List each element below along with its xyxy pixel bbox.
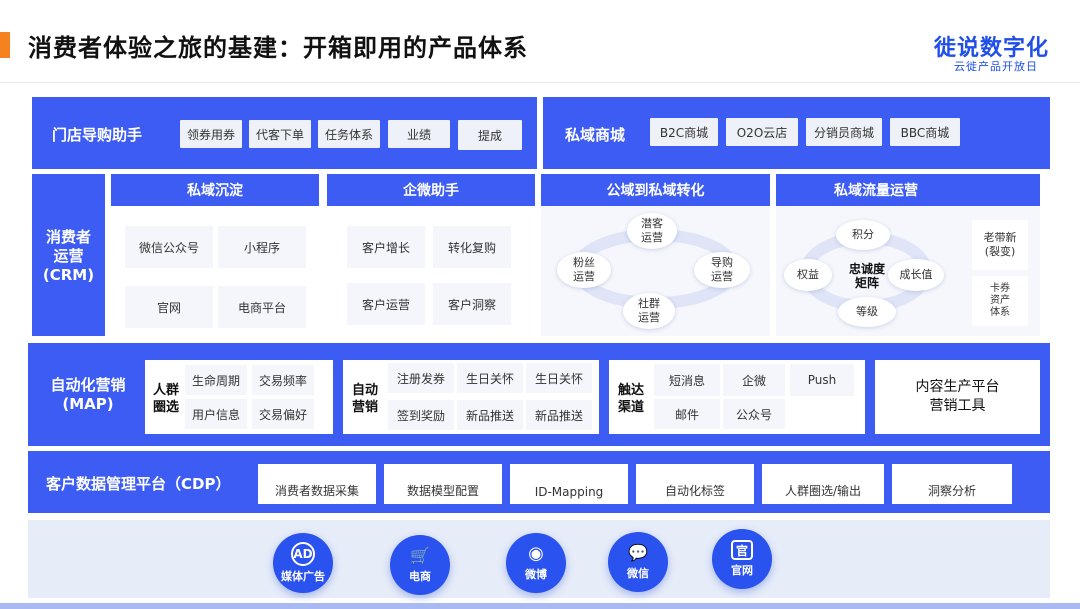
auto-marketing-item: 生日关怀 (526, 363, 592, 393)
wecom-assistant-title: 企微助手 (403, 183, 459, 199)
wecom-assistant-item: 客户洞察 (433, 283, 511, 325)
private-deposit-item: 电商平台 (218, 286, 306, 328)
reach-channel-item: 公众号 (723, 399, 785, 429)
loyalty-bubble-top: 积分 (836, 220, 890, 250)
conversion-bubble-top: 潜客 运营 (627, 213, 677, 249)
crowd-select-item: 用户信息 (185, 399, 247, 429)
cdp-title: 客户数据管理平台（CDP） (46, 475, 231, 493)
cdp-item: ID-Mapping (510, 464, 628, 504)
conversion-bubble-right: 导购 运营 (694, 252, 750, 288)
loyalty-bubble-left: 权益 (784, 259, 832, 291)
auto-marketing-item: 新品推送 (526, 400, 592, 430)
footer-bar (0, 603, 1080, 609)
store-guide-item: 提成 (458, 120, 522, 150)
cdp-item: 自动化标签 (636, 464, 754, 504)
reach-channel-item: 邮件 (654, 399, 720, 429)
map-label: 自动化营销 (MAP) (50, 376, 126, 413)
weibo-icon: ◉ (528, 543, 544, 564)
private-deposit-item: 官网 (125, 286, 213, 328)
private-deposit-item: 小程序 (218, 226, 306, 268)
ad-icon: AD (291, 542, 315, 566)
private-traffic-title: 私域流量运营 (834, 183, 918, 199)
wechat-icon: 💬 (628, 543, 648, 562)
source-media-ad: AD 媒体广告 (273, 533, 333, 593)
source-weibo: ◉ 微博 (506, 533, 566, 593)
private-deposit-title: 私域沉淀 (187, 183, 243, 199)
crm-label: 消费者 运营 (CRM) (42, 228, 95, 284)
auto-marketing-item: 注册发券 (388, 363, 454, 393)
website-icon: 官 (731, 540, 753, 560)
conversion-bubble-left: 粉丝 运营 (557, 252, 611, 288)
wecom-assistant-item: 客户运营 (347, 283, 425, 325)
auto-marketing-label: 自动 营销 (351, 383, 378, 415)
store-guide-item: 业绩 (388, 120, 450, 148)
coupon-asset-card: 卡券 资产 体系 (972, 276, 1028, 326)
store-guide-item: 任务体系 (318, 120, 380, 148)
reach-channel-item: Push (790, 364, 854, 396)
crowd-select-item: 交易偏好 (252, 399, 314, 429)
source-ecommerce: 🛒 电商 (390, 535, 450, 595)
private-mall-item: BBC商城 (890, 118, 960, 146)
cdp-item: 消费者数据采集 (258, 464, 376, 504)
auto-marketing-item: 签到奖励 (388, 400, 454, 430)
store-guide-title: 门店导购助手 (52, 126, 143, 144)
shopping-cart-icon: 🛒 (410, 546, 430, 565)
crowd-select-label: 人群 圈选 (152, 383, 179, 415)
private-mall-title: 私域商城 (565, 126, 626, 144)
cdp-item: 数据模型配置 (384, 464, 502, 504)
source-website: 官 官网 (712, 529, 772, 589)
public-to-private-title: 公域到私域转化 (606, 183, 705, 199)
reach-channel-item: 短消息 (654, 364, 720, 396)
content-platform-line1: 内容生产平台 (915, 379, 1000, 395)
reach-channel-item: 企微 (723, 364, 785, 396)
reach-channel-label: 触达 渠道 (617, 383, 644, 415)
cdp-item: 人群圈选/输出 (762, 464, 884, 504)
logo-sub: 云徙产品开放日 (954, 60, 1038, 73)
crowd-select-item: 生命周期 (185, 365, 247, 395)
private-deposit-item: 微信公众号 (125, 226, 213, 268)
referral-card: 老带新 (裂变) (972, 220, 1028, 270)
store-guide-item: 代客下单 (249, 120, 311, 148)
private-mall-item: 分销员商城 (806, 118, 882, 146)
source-wechat: 💬 微信 (608, 532, 668, 592)
title-accent-bar (0, 32, 10, 58)
content-platform-card: 内容生产平台 营销工具 (875, 360, 1040, 434)
crowd-select-item: 交易频率 (252, 365, 314, 395)
private-mall-item: O2O云店 (726, 118, 798, 146)
store-guide-item: 领券用券 (180, 120, 242, 148)
auto-marketing-item: 生日关怀 (457, 363, 523, 393)
private-mall-item: B2C商城 (650, 118, 718, 146)
auto-marketing-item: 新品推送 (457, 400, 523, 430)
loyalty-matrix-label: 忠诚度 矩阵 (848, 262, 885, 290)
page-title: 消费者体验之旅的基建：开箱即用的产品体系 (28, 34, 528, 62)
content-platform-line2: 营销工具 (929, 398, 986, 414)
loyalty-bubble-bottom: 等级 (838, 297, 896, 327)
cdp-item: 洞察分析 (892, 464, 1012, 504)
wecom-assistant-item: 转化复购 (433, 226, 511, 268)
loyalty-bubble-right: 成长值 (888, 259, 944, 291)
header-divider (0, 82, 1080, 83)
conversion-bubble-bottom: 社群 运营 (623, 293, 675, 329)
wecom-assistant-item: 客户增长 (347, 226, 425, 268)
